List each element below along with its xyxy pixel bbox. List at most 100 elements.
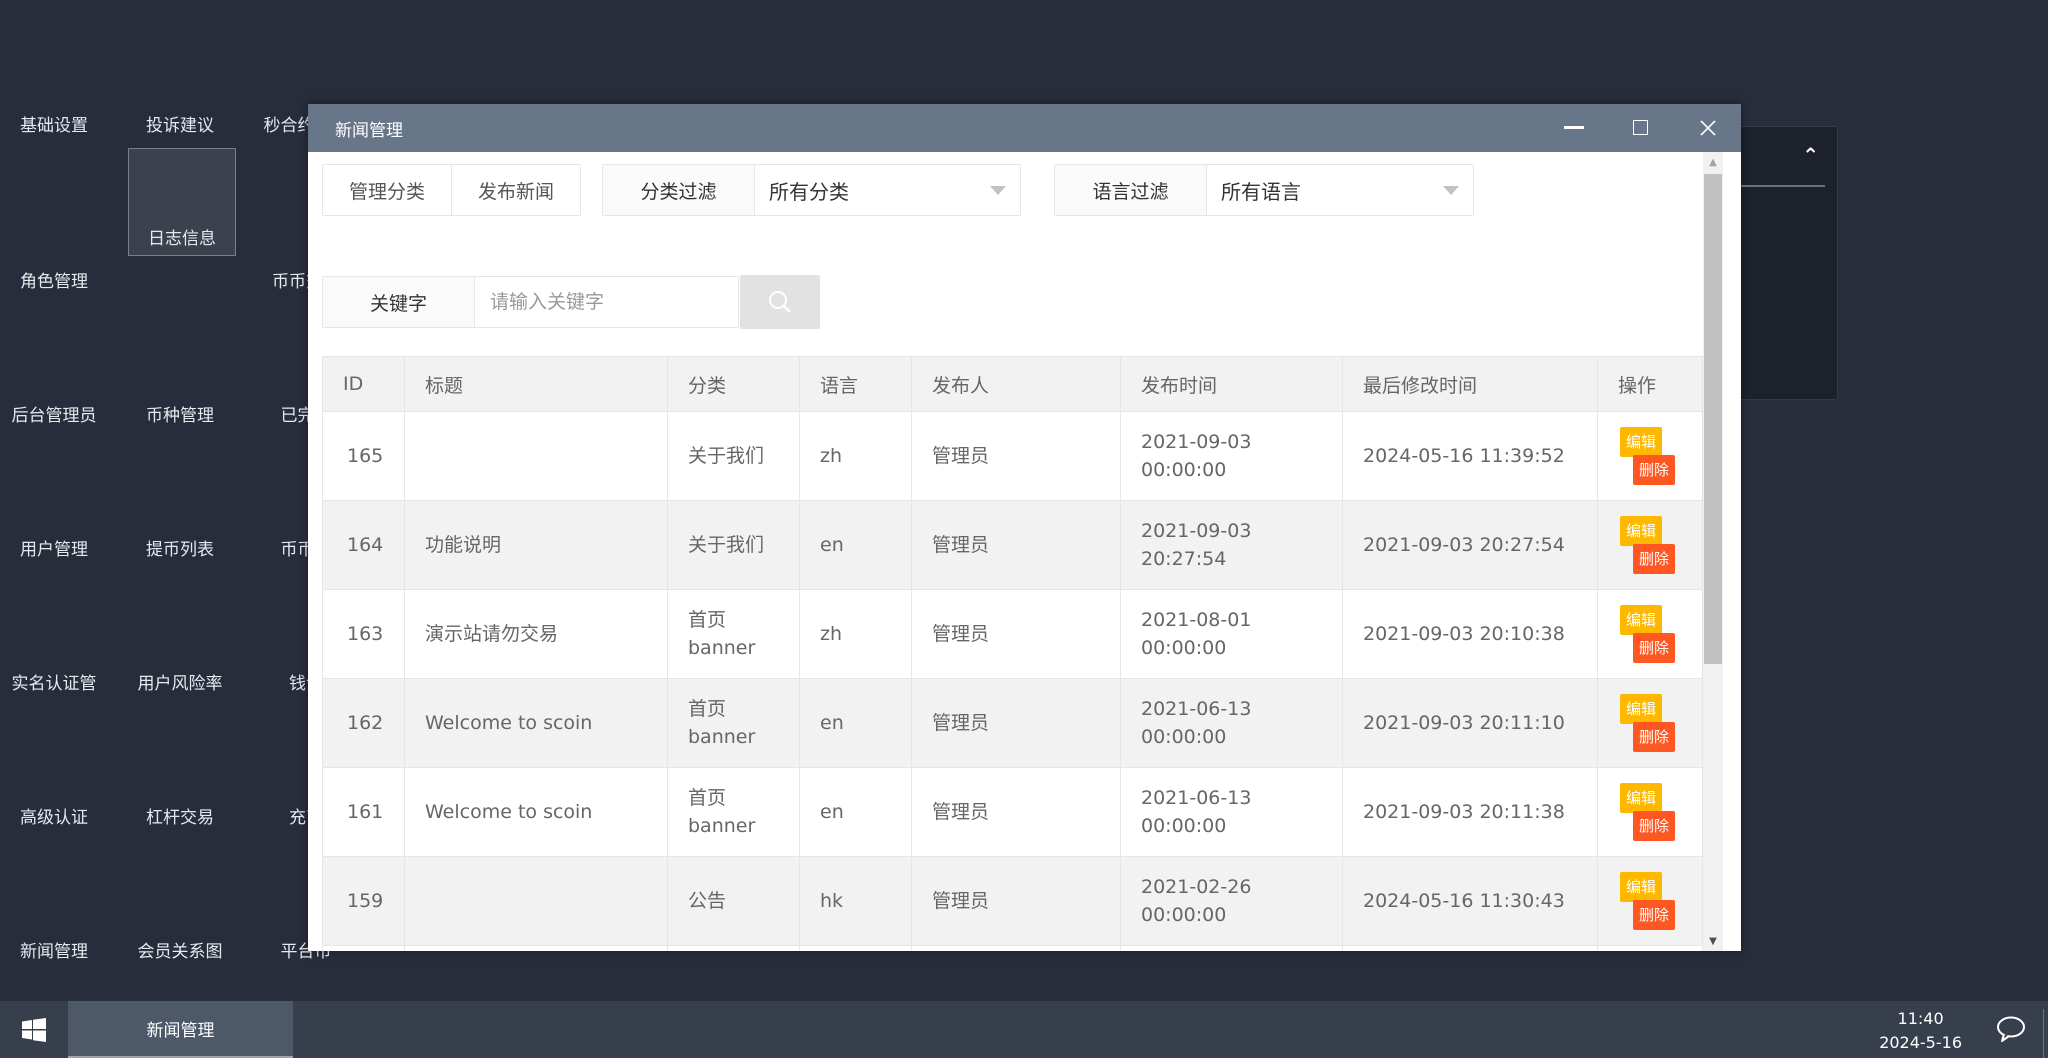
minimize-icon [1563,126,1584,129]
cell-id: 159 [322,856,405,946]
cell-actions: 编辑删除 [1597,500,1703,590]
cell-author: 管理员 [911,856,1121,946]
cell-language: zh [799,945,912,951]
close-icon [1699,120,1716,136]
cell-category: 关于我们 [667,411,800,501]
cell-modified: 2024-05-16 11:30:43 [1342,856,1598,946]
desktop-icon[interactable]: 会员关系图 [126,858,234,968]
cell-modified: 2021-09-03 20:10:38 [1342,589,1598,679]
cell-category: 首页 banner [667,678,800,768]
keyword-input[interactable] [475,277,738,327]
cell-id: 154 [322,945,405,951]
edit-button[interactable]: 编辑 [1620,872,1663,902]
delete-button[interactable]: 删除 [1633,544,1676,574]
action-button-group: 管理分类 发布新闻 [322,164,582,216]
cell-category: 首页 banner [667,767,800,857]
language-filter-value: 所有语言 [1221,179,1301,204]
cell-actions: 编辑删除 [1597,945,1703,951]
keyword-search: 关键字 [322,276,739,328]
maximize-button[interactable] [1607,104,1674,152]
cell-modified: 2021-09-03 20:27:54 [1342,500,1598,590]
delete-button[interactable]: 删除 [1633,900,1676,930]
search-icon [769,291,791,313]
chevron-up-icon[interactable]: ⌃ [1802,143,1819,167]
col-title: 标题 [404,356,668,412]
table-row: 161 Welcome to scoin 首页 banner en 管理员 2021-06… [322,767,1703,857]
edit-button[interactable]: 编辑 [1620,427,1663,457]
cell-actions: 编辑删除 [1597,767,1703,857]
start-button[interactable] [0,1001,68,1058]
cell-id: 162 [322,678,405,768]
col-language: 语言 [799,356,912,412]
delete-button[interactable]: 删除 [1633,633,1676,663]
cell-published: 2021-02-09 00:00:00 [1120,945,1343,951]
desktop-icon[interactable]: 币种管理 [126,322,234,432]
table-row: 164 功能说明 关于我们 en 管理员 2021-09-03 20:27:54 2021-… [322,500,1703,590]
col-actions: 操作 [1597,356,1703,412]
cell-title [404,856,668,946]
scrollbar-thumb[interactable] [1704,174,1722,664]
news-table: ID 标题 分类 语言 发布人 发布时间 最后修改时间 操作 165 关于我们 zh… [322,356,1703,951]
manage-category-button[interactable]: 管理分类 [323,165,452,215]
cell-language: zh [799,589,912,679]
scroll-up-icon[interactable]: ▲ [1703,152,1723,172]
system-clock[interactable]: 11:40 2024-5-16 [1879,1007,1962,1055]
windows-logo-icon [22,1018,46,1042]
cell-author: 管理员 [911,767,1121,857]
edit-button[interactable]: 编辑 [1620,605,1663,635]
delete-button[interactable]: 删除 [1633,722,1676,752]
desktop-icon[interactable]: 日志信息 [128,148,236,256]
maximize-icon [1632,120,1648,135]
desktop-icon[interactable]: 杠杆交易 [126,724,234,834]
close-button[interactable] [1674,104,1741,152]
cell-modified: 2021-09-03 20:11:10 [1342,678,1598,768]
desktop-icon[interactable]: 实名认证管 [0,590,108,700]
cell-language: zh [799,411,912,501]
desktop-icon[interactable]: 基础设置 [0,32,108,142]
desktop-icon[interactable]: 新闻管理 [0,858,108,968]
desktop-icon[interactable]: 投诉建议 [126,32,234,142]
window-titlebar[interactable]: 新闻管理 [308,104,1741,152]
news-management-window: 新闻管理 管理分类 发布新闻 分类过滤 所有分类 语言过滤 所有语言 关键字 请… [308,104,1741,951]
cell-author: 管理员 [911,678,1121,768]
clock-time: 11:40 [1897,1009,1944,1028]
table-row: 162 Welcome to scoin 首页 banner en 管理员 2021-06… [322,678,1703,768]
language-filter-select[interactable]: 所有语言 [1207,165,1473,215]
minimize-button[interactable] [1540,104,1607,152]
edit-button[interactable]: 编辑 [1620,694,1663,724]
language-filter-label: 语言过滤 [1055,165,1207,215]
table-row: 165 关于我们 zh 管理员 2021-09-03 00:00:00 2024-05-1… [322,411,1703,501]
notification-button[interactable] [1996,1015,2026,1047]
keyword-label: 关键字 [323,277,475,327]
desktop-icon[interactable]: 后台管理员 [0,322,108,432]
vertical-scrollbar[interactable]: ▲ ▼ [1703,152,1723,951]
cell-language: en [799,767,912,857]
cell-modified: 2021-09-03 20:11:38 [1342,767,1598,857]
delete-button[interactable]: 删除 [1633,455,1676,485]
cell-category: 公告 [667,856,800,946]
desktop-icon[interactable]: 角色管理 [0,188,108,298]
search-button[interactable] [740,275,820,329]
delete-button[interactable]: 删除 [1633,811,1676,841]
taskbar-item-news-management[interactable]: 新闻管理 [68,1001,293,1058]
category-filter-select[interactable]: 所有分类 [755,165,1020,215]
cell-published: 2021-02-26 00:00:00 [1120,856,1343,946]
desktop-icon[interactable]: 提币列表 [126,456,234,566]
desktop-icon[interactable]: 用户管理 [0,456,108,566]
scroll-down-icon[interactable]: ▼ [1703,931,1723,951]
show-desktop-button[interactable] [2043,1009,2044,1058]
cell-published: 2021-08-01 00:00:00 [1120,589,1343,679]
cell-author: 管理员 [911,945,1121,951]
cell-category: 区块链学堂 [667,945,800,951]
cell-title: Welcome to scoin [404,678,668,768]
publish-news-button[interactable]: 发布新闻 [451,165,581,215]
edit-button[interactable]: 编辑 [1620,516,1663,546]
cell-language: en [799,500,912,590]
col-id: ID [322,356,405,412]
cell-title: d [404,945,668,951]
clock-date: 2024-5-16 [1879,1033,1962,1052]
desktop-icon[interactable]: 用户风险率 [126,590,234,700]
edit-button[interactable]: 编辑 [1620,783,1663,813]
desktop-icon[interactable]: 高级认证 [0,724,108,834]
cell-category: 关于我们 [667,500,800,590]
